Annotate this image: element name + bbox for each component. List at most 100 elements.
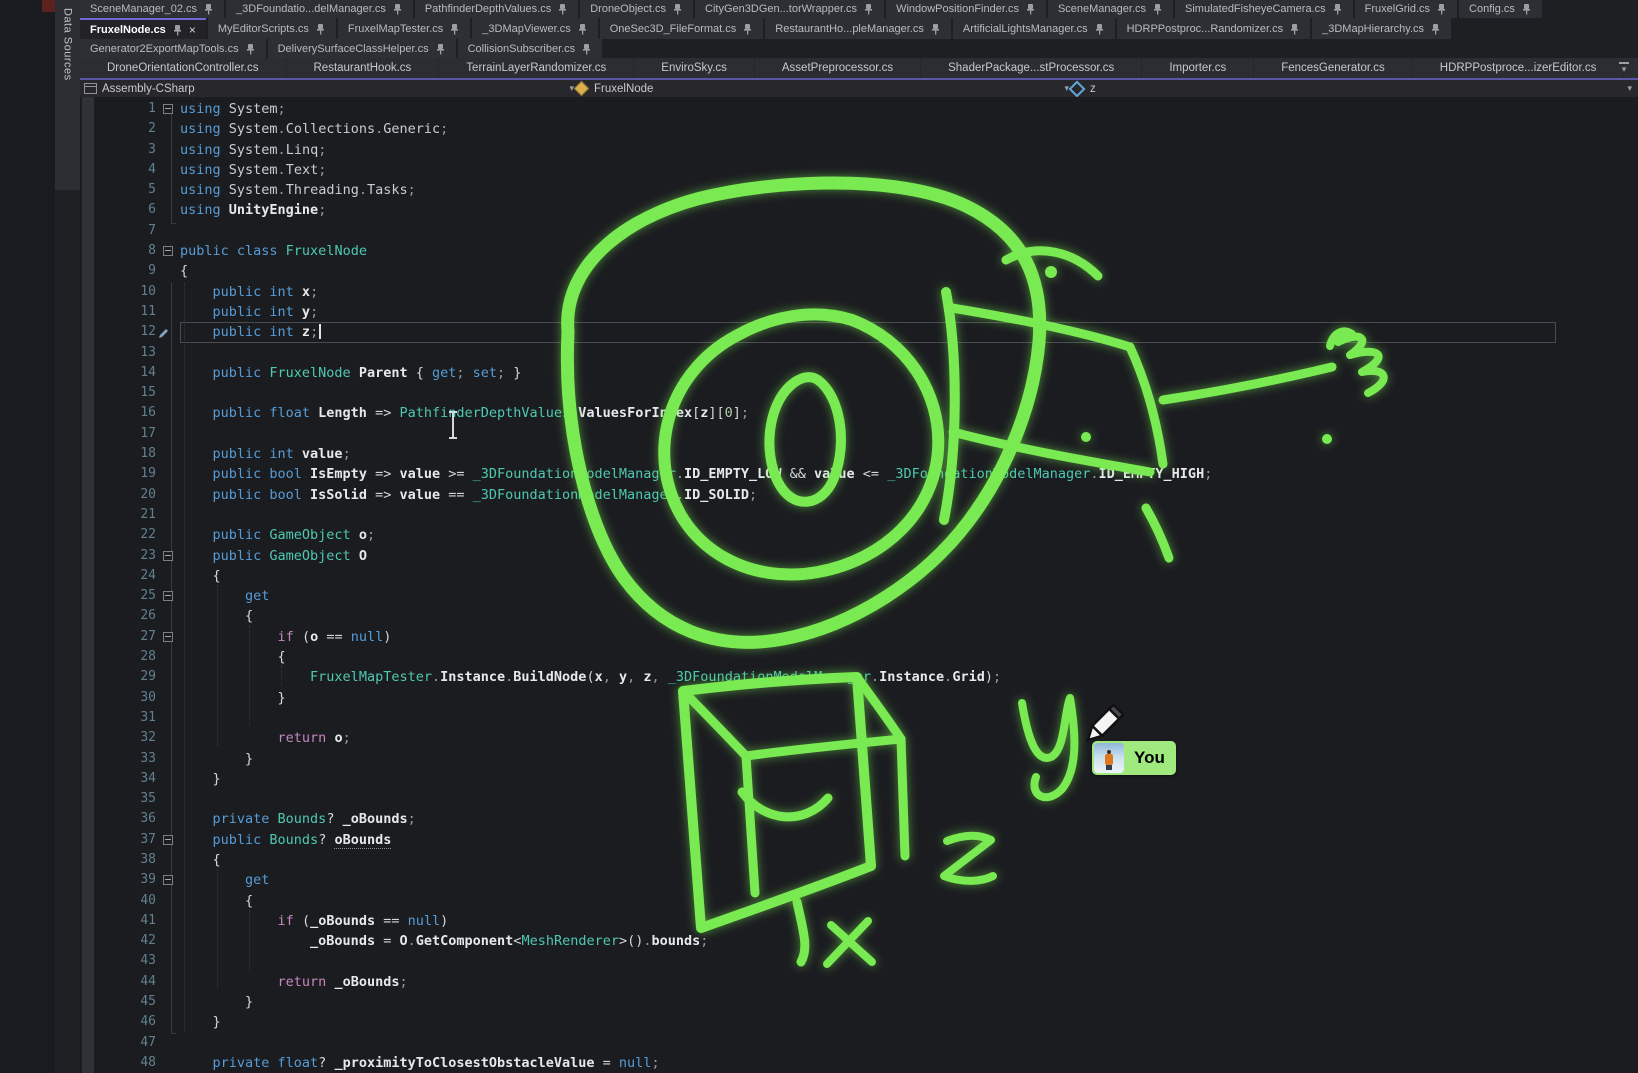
fold-margin[interactable] [156,830,180,850]
fold-margin[interactable] [156,749,180,769]
pin-icon[interactable] [449,23,460,35]
document-tab[interactable]: Generator2ExportMapTools.cs [80,39,266,58]
pin-icon[interactable] [1430,23,1441,35]
fold-margin[interactable] [156,688,180,708]
fold-margin[interactable] [156,525,180,545]
document-tab[interactable]: SceneManager.cs [1048,0,1173,18]
pin-icon[interactable] [315,23,326,35]
fold-margin[interactable] [156,586,180,606]
fold-margin[interactable] [156,870,180,890]
document-tab[interactable]: DeliverySurfaceClassHelper.cs [268,39,456,58]
fold-margin[interactable] [156,627,180,647]
pin-icon[interactable] [203,3,214,15]
document-tab[interactable]: PathfinderDepthValues.cs [415,0,578,18]
document-tab[interactable]: AssetPreprocessor.cs [755,58,920,78]
chevron-down-icon[interactable]: ▾ [1627,83,1632,94]
document-tab[interactable]: MyEditorScripts.cs [208,18,336,39]
pin-icon[interactable] [435,43,446,55]
pin-icon[interactable] [1332,3,1343,15]
document-tab[interactable]: TerrainLayerRandomizer.cs [439,58,633,78]
fold-margin[interactable] [156,424,180,444]
document-tab[interactable]: ShaderPackage...stProcessor.cs [921,58,1141,78]
document-tab[interactable]: SimulatedFisheyeCamera.cs [1175,0,1353,18]
fold-margin[interactable] [156,160,180,180]
fold-margin[interactable] [156,505,180,525]
document-tab[interactable]: RestaurantHo...pleManager.cs [765,18,951,39]
data-sources-vertical-tab[interactable]: Data Sources [55,0,81,190]
document-tab[interactable]: Importer.cs [1142,58,1253,78]
pin-icon[interactable] [672,3,683,15]
document-tab[interactable]: _3DMapHierarchy.cs [1312,18,1451,39]
fold-margin[interactable] [156,485,180,505]
fold-margin[interactable] [156,992,180,1012]
member-dropdown[interactable]: z ▾ [1069,80,1638,97]
fold-margin[interactable] [156,180,180,200]
fold-margin[interactable] [156,403,180,423]
fold-margin[interactable] [156,789,180,809]
pin-icon[interactable] [1289,23,1300,35]
pin-icon[interactable] [1436,3,1447,15]
fold-margin[interactable] [156,302,180,322]
pin-icon[interactable] [557,3,568,15]
document-tab[interactable]: SceneManager_02.cs [80,0,224,18]
fold-margin[interactable] [156,546,180,566]
fold-margin[interactable] [156,1033,180,1053]
fold-margin[interactable] [156,322,180,342]
document-tab[interactable]: WindowPositionFinder.cs [886,0,1046,18]
fold-margin[interactable] [156,444,180,464]
fold-margin[interactable] [156,972,180,992]
fold-margin[interactable] [156,911,180,931]
document-tab[interactable]: Config.cs [1459,0,1542,18]
pin-icon[interactable] [581,43,592,55]
fold-margin[interactable] [156,931,180,951]
pin-icon[interactable] [930,23,941,35]
document-tab[interactable]: _3DFoundatio...delManager.cs [226,0,413,18]
fold-margin[interactable] [156,1053,180,1073]
project-dropdown[interactable]: Assembly-CSharp ▾ [80,80,574,97]
document-tab[interactable]: OneSec3D_FileFormat.cs [600,18,764,39]
fold-margin[interactable] [156,383,180,403]
document-tab[interactable]: DroneOrientationController.cs [80,58,286,78]
document-tab[interactable]: FruxelGrid.cs [1355,0,1457,18]
fold-margin[interactable] [156,140,180,160]
fold-margin[interactable] [156,850,180,870]
fold-margin[interactable] [156,891,180,911]
fold-margin[interactable] [156,99,180,119]
fold-margin[interactable] [156,464,180,484]
pin-icon[interactable] [1025,3,1036,15]
fold-margin[interactable] [156,343,180,363]
type-dropdown[interactable]: FruxelNode ▾ [574,80,1069,97]
tab-overflow-icon[interactable]: ▾ [1616,61,1632,75]
pin-icon[interactable] [392,3,403,15]
pin-icon[interactable] [1094,23,1105,35]
fold-margin[interactable] [156,951,180,971]
document-tab[interactable]: _3DMapViewer.cs [472,18,597,39]
document-tab[interactable]: EnviroSky.cs [634,58,754,78]
document-tab[interactable]: FruxelMapTester.cs [338,18,470,39]
code-editor[interactable]: 1 using System; 2 using System.Collectio… [80,97,1638,1073]
fold-margin[interactable] [156,1012,180,1032]
pin-icon[interactable] [1152,3,1163,15]
fold-margin[interactable] [156,241,180,261]
pin-icon[interactable] [742,23,753,35]
fold-margin[interactable] [156,282,180,302]
fold-margin[interactable] [156,728,180,748]
close-icon[interactable]: × [189,24,196,36]
pin-icon[interactable] [172,24,183,36]
fold-margin[interactable] [156,809,180,829]
document-tab[interactable]: HDRPPostproce...izerEditor.cs [1413,58,1624,78]
document-tab[interactable]: CollisionSubscriber.cs [458,39,603,58]
fold-margin[interactable] [156,363,180,383]
fold-margin[interactable] [156,221,180,241]
pin-icon[interactable] [577,23,588,35]
fold-margin[interactable] [156,200,180,220]
document-tab[interactable]: RestaurantHook.cs [287,58,439,78]
document-tab[interactable]: HDRPPostproc...Randomizer.cs [1117,18,1311,39]
pin-icon[interactable] [245,43,256,55]
pin-icon[interactable] [1521,3,1532,15]
fold-margin[interactable] [156,261,180,281]
fold-margin[interactable] [156,119,180,139]
pin-icon[interactable] [863,3,874,15]
fold-margin[interactable] [156,769,180,789]
document-tab[interactable]: CityGen3DGen...torWrapper.cs [695,0,884,18]
